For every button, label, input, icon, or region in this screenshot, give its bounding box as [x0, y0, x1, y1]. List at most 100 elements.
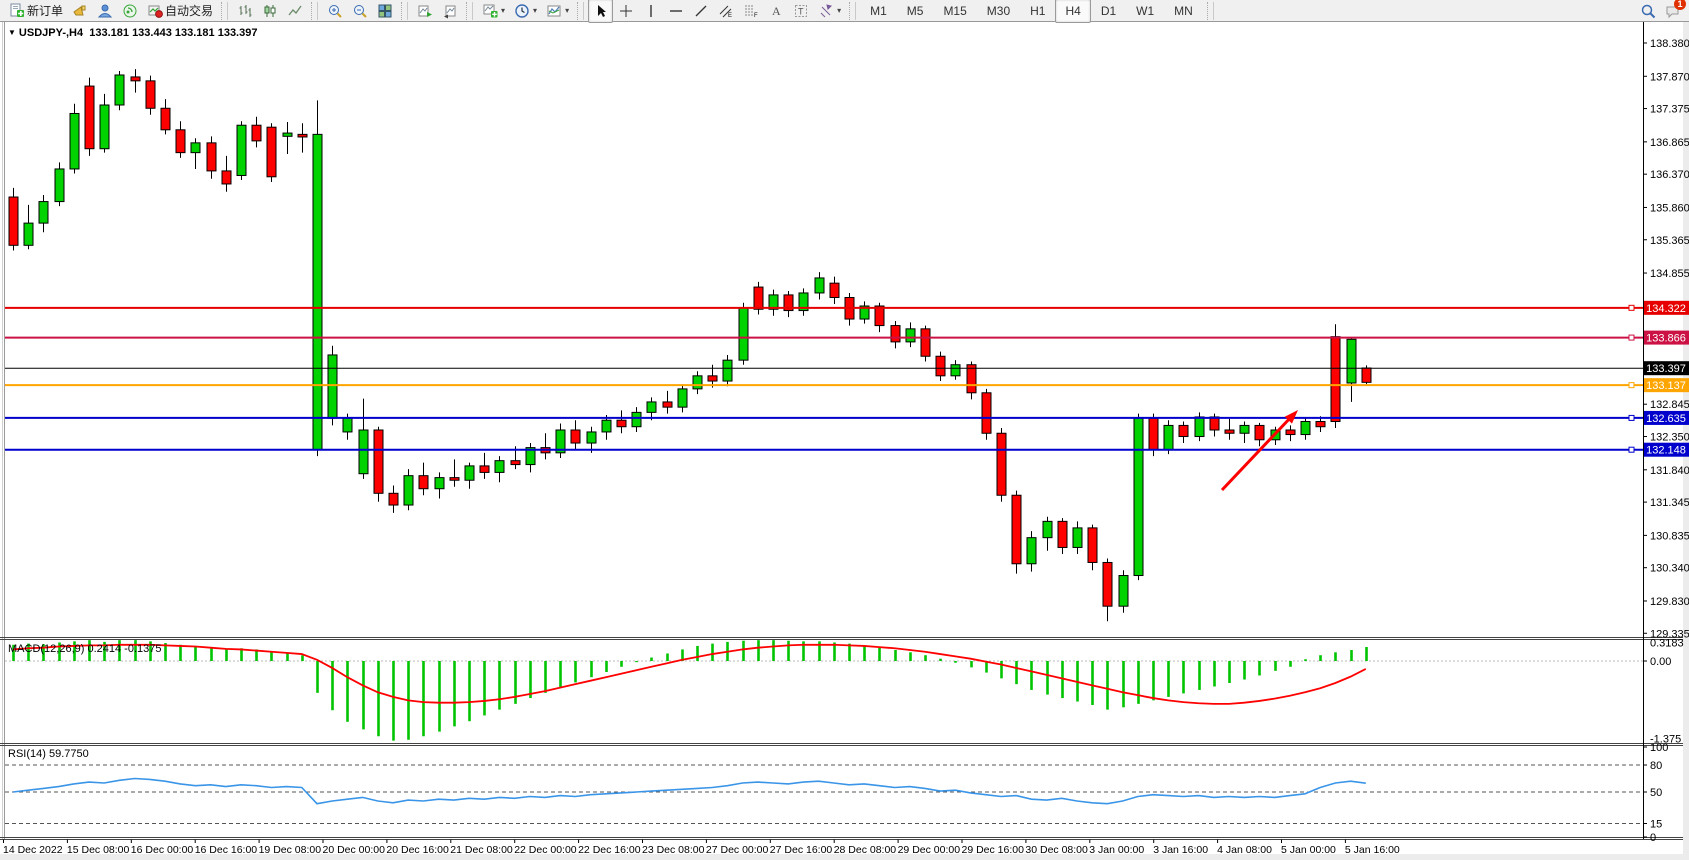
candle[interactable]: [9, 197, 18, 245]
candle[interactable]: [1164, 425, 1173, 449]
candle[interactable]: [1119, 576, 1128, 607]
candle[interactable]: [1058, 521, 1067, 547]
candle[interactable]: [343, 418, 352, 432]
candle[interactable]: [571, 430, 580, 443]
candle[interactable]: [951, 365, 960, 376]
horizontal-line-button[interactable]: [663, 0, 688, 23]
candle[interactable]: [1073, 528, 1082, 548]
candle[interactable]: [1301, 422, 1310, 435]
candle[interactable]: [70, 113, 79, 168]
candle[interactable]: [921, 329, 930, 356]
candle[interactable]: [997, 433, 1006, 495]
bar-chart-button[interactable]: [232, 0, 257, 23]
candle[interactable]: [617, 420, 626, 427]
candle[interactable]: [115, 75, 124, 105]
candle[interactable]: [435, 478, 444, 489]
candle[interactable]: [1043, 521, 1052, 537]
search-button[interactable]: [1635, 0, 1660, 23]
candle[interactable]: [100, 105, 109, 149]
candle[interactable]: [906, 329, 915, 342]
candle[interactable]: [982, 393, 991, 433]
zoom-out-button[interactable]: [347, 0, 372, 23]
candle[interactable]: [237, 125, 246, 175]
candle[interactable]: [754, 287, 763, 309]
candle[interactable]: [1255, 425, 1264, 439]
candle[interactable]: [328, 355, 337, 418]
period-button[interactable]: ▾: [509, 0, 541, 23]
signals-button[interactable]: [117, 0, 142, 23]
tf-m30[interactable]: M30: [977, 0, 1020, 23]
trendline-button[interactable]: [688, 0, 713, 23]
candle[interactable]: [1012, 495, 1021, 564]
candle[interactable]: [739, 308, 748, 360]
candle[interactable]: [678, 389, 687, 407]
candle[interactable]: [1331, 337, 1340, 422]
candle[interactable]: [1103, 562, 1112, 606]
candle[interactable]: [936, 356, 945, 376]
tf-mn[interactable]: MN: [1164, 0, 1203, 23]
candle[interactable]: [587, 432, 596, 443]
candle[interactable]: [85, 86, 94, 149]
candle[interactable]: [404, 476, 413, 505]
candle[interactable]: [875, 306, 884, 326]
tile-windows-button[interactable]: [372, 0, 397, 23]
new-chart-button[interactable]: ▾: [477, 0, 509, 23]
candle[interactable]: [891, 326, 900, 342]
candle[interactable]: [1149, 418, 1158, 449]
candle[interactable]: [830, 283, 839, 297]
candle[interactable]: [465, 466, 474, 480]
autotrading-button[interactable]: 自动交易: [142, 0, 217, 23]
candle[interactable]: [1347, 339, 1356, 383]
candle[interactable]: [1027, 538, 1036, 564]
line-chart-button[interactable]: [282, 0, 307, 23]
zoom-in-button[interactable]: [322, 0, 347, 23]
candle[interactable]: [389, 493, 398, 505]
candle[interactable]: [146, 81, 155, 108]
equidistant-channel-button[interactable]: E: [713, 0, 738, 23]
tf-m15[interactable]: M15: [933, 0, 976, 23]
cursor-button[interactable]: [588, 0, 613, 23]
candle[interactable]: [252, 125, 261, 141]
candle[interactable]: [207, 143, 216, 171]
candle[interactable]: [1240, 425, 1249, 433]
candlestick-button[interactable]: [257, 0, 282, 23]
candle[interactable]: [815, 278, 824, 293]
tf-h4[interactable]: H4: [1055, 0, 1090, 23]
candle[interactable]: [419, 476, 428, 489]
candle[interactable]: [723, 360, 732, 381]
template-button[interactable]: ▾: [541, 0, 573, 23]
candle[interactable]: [131, 77, 140, 81]
candle[interactable]: [450, 478, 459, 481]
chart-shift-button[interactable]: [437, 0, 462, 23]
candle[interactable]: [708, 376, 717, 381]
candle[interactable]: [1316, 422, 1325, 427]
chart-window[interactable]: 138.380137.870137.375136.865136.370135.8…: [0, 22, 1689, 860]
megaphone-button[interactable]: [67, 0, 92, 23]
candle[interactable]: [55, 169, 64, 202]
candle[interactable]: [24, 223, 33, 245]
text-button[interactable]: A: [763, 0, 788, 23]
candle[interactable]: [480, 466, 489, 473]
candle[interactable]: [647, 402, 656, 412]
text-label-button[interactable]: T: [788, 0, 813, 23]
candle[interactable]: [632, 412, 641, 426]
candle[interactable]: [359, 430, 368, 474]
candle[interactable]: [602, 420, 611, 432]
candle[interactable]: [374, 430, 383, 493]
tf-w1[interactable]: W1: [1126, 0, 1164, 23]
candle[interactable]: [495, 461, 504, 473]
auto-scroll-button[interactable]: [412, 0, 437, 23]
candle[interactable]: [663, 402, 672, 407]
arrows-button[interactable]: ▾: [813, 0, 845, 23]
candle[interactable]: [298, 134, 307, 137]
candle[interactable]: [161, 108, 170, 130]
candle[interactable]: [511, 461, 520, 465]
candle[interactable]: [176, 130, 185, 153]
vertical-line-button[interactable]: [638, 0, 663, 23]
community-button[interactable]: [92, 0, 117, 23]
tf-h1[interactable]: H1: [1020, 0, 1055, 23]
candle[interactable]: [1088, 528, 1097, 563]
new-order-button[interactable]: 新订单: [4, 0, 67, 23]
candle[interactable]: [1134, 418, 1143, 575]
candle[interactable]: [1225, 430, 1234, 433]
